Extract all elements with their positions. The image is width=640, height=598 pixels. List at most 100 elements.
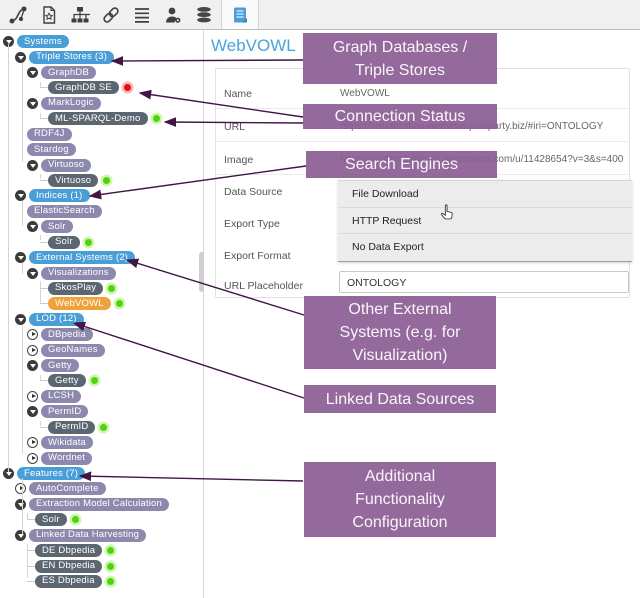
- tree-node-permid[interactable]: PermID: [41, 405, 89, 419]
- collapse-arrow-icon[interactable]: [27, 159, 38, 171]
- annotation-text: Systems (e.g. for: [339, 324, 461, 341]
- expand-arrow-icon[interactable]: [27, 452, 38, 464]
- tree-node-indices-1-[interactable]: Indices (1): [29, 189, 90, 203]
- toolbar-sitemap-icon[interactable]: [66, 0, 93, 29]
- annotation-text: Graph Databases /: [332, 38, 468, 56]
- status-dot-green: [115, 300, 123, 308]
- tree-connector-stub: [40, 303, 48, 305]
- tree-node-graphdb-se[interactable]: GraphDB SE: [48, 81, 119, 95]
- toolbar-link-icon[interactable]: [97, 0, 124, 29]
- annotation-text: Functionality: [355, 491, 445, 508]
- toolbar: [0, 0, 640, 30]
- tree-node-marklogic[interactable]: MarkLogic: [41, 96, 101, 110]
- collapse-arrow-icon[interactable]: [15, 51, 26, 63]
- tree-node-solr[interactable]: Solr: [48, 235, 80, 249]
- toolbar-route-icon[interactable]: [4, 0, 31, 29]
- collapse-arrow-icon[interactable]: [3, 36, 14, 48]
- tree-node-solr[interactable]: Solr: [35, 513, 67, 527]
- toolbar-database-icon[interactable]: [190, 0, 217, 29]
- tree-connector-stub: [40, 241, 48, 243]
- tree-node-elasticsearch[interactable]: ElasticSearch: [27, 204, 102, 218]
- field-value[interactable]: WebVOWL: [340, 88, 625, 99]
- status-dot-green: [103, 177, 111, 184]
- tree-node-geonames[interactable]: GeoNames: [41, 343, 105, 357]
- expand-arrow-icon[interactable]: [27, 329, 38, 341]
- expand-arrow-icon[interactable]: [27, 344, 38, 356]
- tree-connector-line: [27, 513, 28, 519]
- collapse-arrow-icon[interactable]: [15, 498, 26, 510]
- tree-node-solr[interactable]: Solr: [41, 220, 73, 234]
- dropdown-option-no-data-export[interactable]: No Data Export: [338, 234, 632, 261]
- tree-row: PermID: [0, 420, 203, 435]
- tree-node-permid[interactable]: PermID: [48, 420, 96, 434]
- tree-node-lod-12-[interactable]: LOD (12): [29, 312, 84, 326]
- toolbar-server-blue-icon[interactable]: [221, 0, 259, 29]
- tree-row: Solr: [0, 219, 203, 234]
- annotation-box-other-external-systems: Other External Systems (e.g. for Visualiza…: [304, 296, 496, 369]
- tree-node-virtuoso[interactable]: Virtuoso: [41, 158, 92, 172]
- collapse-arrow-icon[interactable]: [15, 190, 26, 202]
- tree-node-features-7-[interactable]: Features (7): [17, 467, 86, 481]
- annotation-text: Connection Status: [334, 108, 466, 125]
- tree-node-dbpedia[interactable]: DBpedia: [41, 328, 93, 342]
- tree-node-de-dbpedia[interactable]: DE Dbpedia: [35, 544, 103, 558]
- tree-row: GraphDB: [0, 65, 203, 80]
- tree-node-webvowl[interactable]: WebVOWL: [48, 297, 111, 311]
- tree-node-getty[interactable]: Getty: [41, 359, 79, 373]
- tree-node-ml-sparql-demo[interactable]: ML-SPARQL-Demo: [48, 112, 148, 126]
- expand-arrow-icon[interactable]: [27, 390, 38, 402]
- status-dot-green: [107, 547, 115, 555]
- tree-node-wikidata[interactable]: Wikidata: [41, 436, 94, 450]
- tree-connector-stub: [40, 380, 48, 382]
- dropdown-option-http-request[interactable]: HTTP Request: [338, 208, 632, 235]
- tree-node-external-systems-2-[interactable]: External Systems (2): [29, 251, 136, 265]
- tree-node-en-dbpedia[interactable]: EN Dbpedia: [35, 559, 103, 573]
- toolbar-list-icon[interactable]: [128, 0, 155, 29]
- tree-connector-line: [40, 235, 41, 240]
- tree-node-getty[interactable]: Getty: [48, 374, 86, 388]
- collapse-arrow-icon[interactable]: [15, 252, 26, 264]
- tree-connector-line: [40, 281, 41, 303]
- tree-row: SkosPlay: [0, 281, 203, 296]
- collapse-arrow-icon[interactable]: [27, 67, 38, 79]
- tree-node-triple-stores-3-[interactable]: Triple Stores (3): [29, 50, 115, 64]
- toolbar-user-gear-icon[interactable]: [159, 0, 186, 29]
- tree-node-visualizations[interactable]: Visualizations: [41, 266, 116, 280]
- collapse-arrow-icon[interactable]: [27, 406, 38, 418]
- tree-node-linked-data-harvesting[interactable]: Linked Data Harvesting: [29, 528, 147, 542]
- tree-row: MarkLogic: [0, 96, 203, 111]
- page-title: WebVOWL: [211, 36, 296, 55]
- tree-node-skosplay[interactable]: SkosPlay: [48, 281, 104, 295]
- collapse-arrow-icon[interactable]: [3, 468, 14, 480]
- collapse-arrow-icon[interactable]: [15, 313, 26, 325]
- tree-connector-line: [21, 263, 23, 274]
- collapse-arrow-icon[interactable]: [15, 529, 26, 541]
- tree-node-extraction-model-calculation[interactable]: Extraction Model Calculation: [29, 497, 169, 511]
- tree-node-systems[interactable]: Systems: [17, 35, 69, 49]
- field-label: Export Format: [224, 249, 291, 262]
- tree-node-stardog[interactable]: Stardog: [27, 143, 76, 157]
- expand-arrow-icon[interactable]: [15, 483, 26, 495]
- tree-node-virtuoso[interactable]: Virtuoso: [48, 174, 99, 187]
- annotation-text: Other External: [348, 301, 452, 318]
- field-label: Export Type: [224, 217, 280, 230]
- tree-connector-stub: [27, 580, 35, 582]
- tree-node-autocomplete[interactable]: AutoComplete: [29, 482, 106, 496]
- tree-node-lcsh[interactable]: LCSH: [41, 389, 82, 403]
- tree-node-graphdb[interactable]: GraphDB: [41, 66, 97, 80]
- collapse-arrow-icon[interactable]: [27, 221, 38, 233]
- dropdown-option-file-download[interactable]: File Download: [338, 181, 632, 208]
- data-source-dropdown: File Download HTTP Request No Data Export: [338, 180, 632, 262]
- tree-node-wordnet[interactable]: Wordnet: [41, 451, 93, 465]
- collapse-arrow-icon[interactable]: [27, 97, 38, 109]
- tree-row: EN Dbpedia: [0, 558, 203, 573]
- tree-row: LOD (12): [0, 312, 203, 327]
- tree-node-rdf4j[interactable]: RDF4J: [27, 127, 72, 141]
- expand-arrow-icon[interactable]: [27, 437, 38, 449]
- toolbar-file-star-icon[interactable]: [35, 0, 62, 29]
- collapse-arrow-icon[interactable]: [27, 360, 38, 372]
- collapse-arrow-icon[interactable]: [27, 267, 38, 279]
- annotation-text: Additional: [364, 468, 436, 485]
- tree-connector-line: [40, 421, 41, 426]
- tree-node-es-dbpedia[interactable]: ES Dbpedia: [35, 574, 102, 588]
